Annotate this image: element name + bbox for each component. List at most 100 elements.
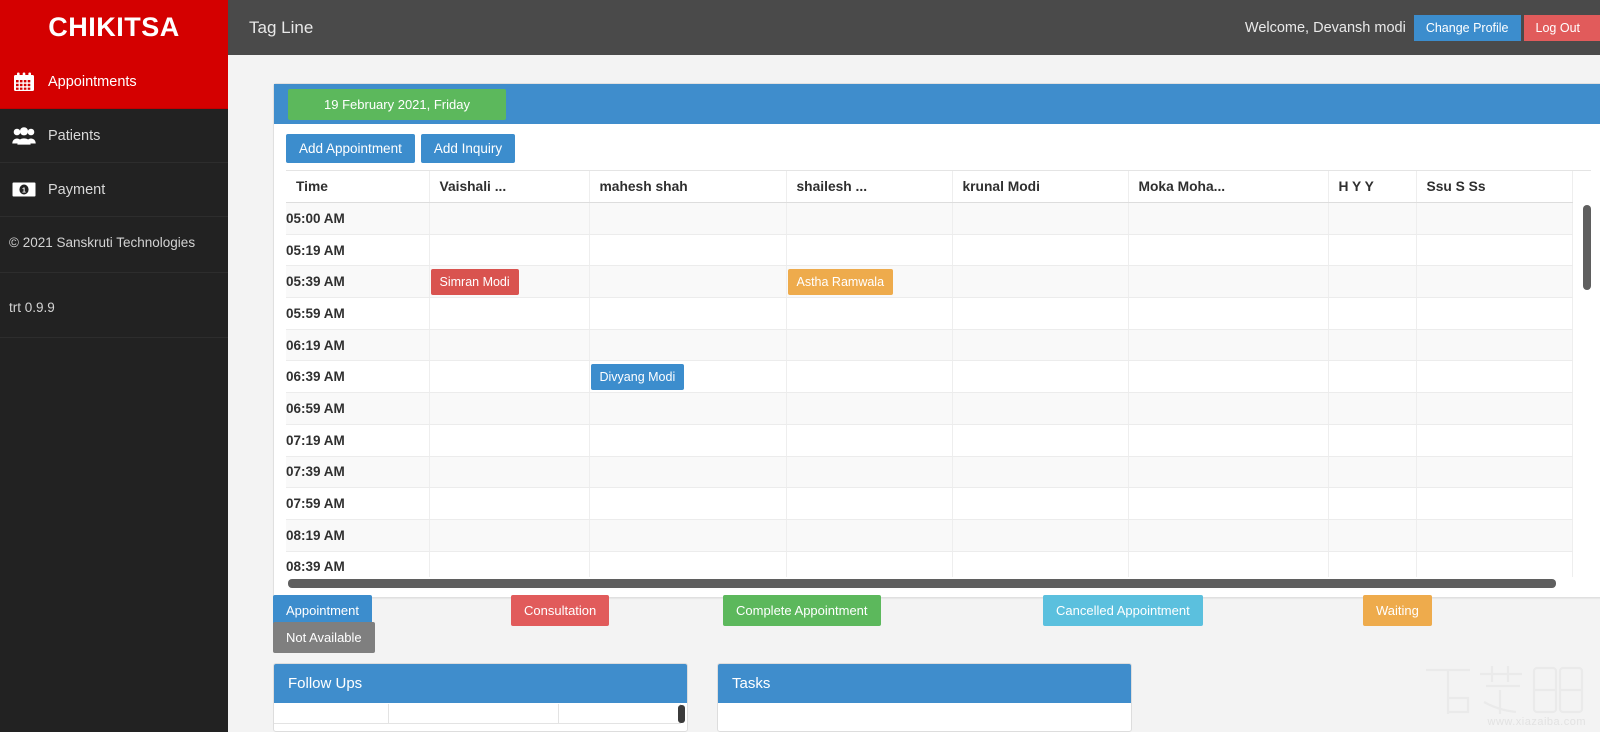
schedule-slot[interactable]: [1328, 360, 1417, 394]
schedule-slot[interactable]: [1416, 329, 1573, 362]
schedule-slot[interactable]: [1328, 551, 1417, 577]
schedule-slot[interactable]: [1328, 329, 1417, 362]
schedule-slot[interactable]: [1416, 297, 1573, 330]
schedule-vertical-scrollbar[interactable]: [1583, 205, 1591, 577]
schedule-slot[interactable]: [429, 456, 590, 489]
add-inquiry-button[interactable]: Add Inquiry: [420, 134, 516, 163]
schedule-slot[interactable]: [589, 329, 787, 362]
schedule-slot[interactable]: [589, 202, 787, 235]
schedule-slot[interactable]: [1416, 360, 1573, 394]
schedule-slot[interactable]: [1128, 487, 1329, 520]
legend-waiting[interactable]: Waiting: [1363, 595, 1432, 626]
schedule-slot[interactable]: [1128, 202, 1329, 235]
legend-cancelled-appointment[interactable]: Cancelled Appointment: [1043, 595, 1203, 626]
schedule-slot[interactable]: [1128, 392, 1329, 425]
schedule-slot[interactable]: [589, 424, 787, 457]
schedule-slot[interactable]: [1128, 329, 1329, 362]
appointment-chip[interactable]: Astha Ramwala: [787, 268, 894, 295]
schedule-slot[interactable]: [429, 234, 590, 267]
schedule-slot[interactable]: [429, 519, 590, 552]
schedule-slot[interactable]: [952, 392, 1129, 425]
schedule-slot[interactable]: [589, 519, 787, 552]
schedule-slot[interactable]: [589, 551, 787, 577]
schedule-slot[interactable]: [786, 360, 953, 394]
schedule-slot[interactable]: [429, 551, 590, 577]
schedule-slot[interactable]: [1328, 392, 1417, 425]
schedule-slot[interactable]: [429, 424, 590, 457]
schedule-slot[interactable]: [786, 456, 953, 489]
appointment-chip[interactable]: Simran Modi: [430, 268, 519, 295]
schedule-slot[interactable]: [786, 487, 953, 520]
schedule-slot[interactable]: [429, 329, 590, 362]
schedule-slot[interactable]: [1128, 456, 1329, 489]
schedule-slot[interactable]: [429, 297, 590, 330]
brand-logo[interactable]: CHIKITSA: [0, 0, 228, 55]
schedule-slot[interactable]: [952, 329, 1129, 362]
schedule-slot[interactable]: [589, 456, 787, 489]
schedule-slot[interactable]: [429, 360, 590, 394]
schedule-slot[interactable]: [589, 265, 787, 299]
schedule-slot[interactable]: [1328, 519, 1417, 552]
schedule-slot[interactable]: [952, 202, 1129, 235]
schedule-slot[interactable]: Astha Ramwala: [786, 265, 953, 299]
schedule-slot[interactable]: [1416, 265, 1573, 299]
schedule-slot[interactable]: [952, 487, 1129, 520]
schedule-slot[interactable]: [1128, 297, 1329, 330]
schedule-slot[interactable]: [952, 360, 1129, 394]
schedule-slot[interactable]: [786, 297, 953, 330]
schedule-slot[interactable]: [952, 519, 1129, 552]
schedule-vertical-scroll-thumb[interactable]: [1583, 205, 1591, 290]
schedule-slot[interactable]: [589, 234, 787, 267]
legend-complete-appointment[interactable]: Complete Appointment: [723, 595, 881, 626]
sidebar-item-patients[interactable]: Patients: [0, 109, 228, 163]
schedule-slot[interactable]: [1328, 265, 1417, 299]
schedule-slot[interactable]: [952, 456, 1129, 489]
add-appointment-button[interactable]: Add Appointment: [286, 134, 415, 163]
schedule-slot[interactable]: [952, 551, 1129, 577]
schedule-slot[interactable]: [1128, 234, 1329, 267]
follow-ups-scroll-thumb[interactable]: [678, 705, 685, 723]
schedule-slot[interactable]: [786, 551, 953, 577]
schedule-slot[interactable]: [1328, 424, 1417, 457]
schedule-slot[interactable]: [1128, 360, 1329, 394]
schedule-slot[interactable]: [589, 392, 787, 425]
schedule-slot[interactable]: [1416, 392, 1573, 425]
schedule-slot[interactable]: [1328, 202, 1417, 235]
schedule-slot[interactable]: [952, 265, 1129, 299]
schedule-slot[interactable]: [786, 519, 953, 552]
schedule-slot[interactable]: [952, 297, 1129, 330]
schedule-slot[interactable]: [1416, 519, 1573, 552]
schedule-slot[interactable]: [429, 392, 590, 425]
legend-not-available[interactable]: Not Available: [273, 622, 375, 653]
schedule-slot[interactable]: [786, 424, 953, 457]
change-profile-button[interactable]: Change Profile: [1413, 14, 1521, 41]
schedule-slot[interactable]: [429, 202, 590, 235]
schedule-slot[interactable]: [429, 487, 590, 520]
schedule-slot[interactable]: [1416, 234, 1573, 267]
schedule-slot[interactable]: [786, 329, 953, 362]
schedule-slot[interactable]: [589, 297, 787, 330]
schedule-slot[interactable]: [589, 487, 787, 520]
sidebar-item-payment[interactable]: 1 Payment: [0, 163, 228, 217]
schedule-slot[interactable]: Simran Modi: [429, 265, 590, 299]
schedule-slot[interactable]: [1328, 487, 1417, 520]
schedule-slot[interactable]: [786, 202, 953, 235]
schedule-slot[interactable]: [1128, 551, 1329, 577]
schedule-slot[interactable]: [952, 234, 1129, 267]
schedule-slot[interactable]: [1416, 487, 1573, 520]
schedule-scroll-area[interactable]: Time Vaishali ... mahesh shah shailesh ... k…: [286, 170, 1591, 577]
schedule-slot[interactable]: Divyang Modi: [589, 360, 787, 394]
schedule-slot[interactable]: [1416, 456, 1573, 489]
schedule-slot[interactable]: [786, 234, 953, 267]
schedule-slot[interactable]: [1416, 424, 1573, 457]
sidebar-item-appointments[interactable]: Appointments: [0, 55, 228, 109]
schedule-slot[interactable]: [1128, 424, 1329, 457]
current-date-badge[interactable]: 19 February 2021, Friday: [288, 88, 506, 120]
appointment-chip[interactable]: Divyang Modi: [590, 363, 685, 390]
schedule-slot[interactable]: [1328, 297, 1417, 330]
schedule-slot[interactable]: [1416, 551, 1573, 577]
schedule-slot[interactable]: [952, 424, 1129, 457]
legend-consultation[interactable]: Consultation: [511, 595, 610, 626]
schedule-slot[interactable]: [1128, 519, 1329, 552]
schedule-slot[interactable]: [1416, 202, 1573, 235]
